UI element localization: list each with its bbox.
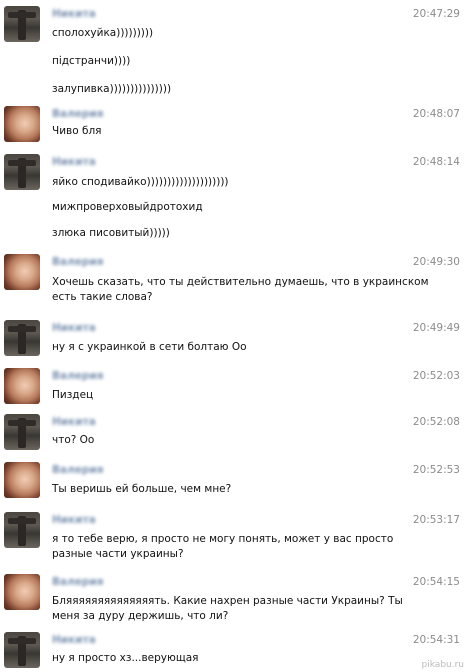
sender-name[interactable]: Валерия — [52, 108, 104, 120]
message-text: что? Оо — [52, 434, 95, 446]
message-time: 20:52:53 — [412, 464, 460, 476]
avatar[interactable] — [4, 574, 40, 610]
message-text: Хочешь сказать, что ты действительно дум… — [52, 276, 429, 288]
message-text: мижпроверховыйдротохид — [52, 201, 203, 213]
message-text: злюка писовитый))))) — [52, 227, 170, 239]
message-text: Ты веришь ей больше, чем мне? — [52, 483, 232, 495]
message-text: залупивка))))))))))))))) — [52, 83, 172, 95]
sender-name[interactable]: Никита — [52, 8, 96, 20]
message-text: Бляяяяяяяяяяяяяять. Какие нахрен разные … — [52, 595, 403, 607]
message-text: сполохуйка))))))))) — [52, 27, 154, 39]
message-text: разные части украины? — [52, 548, 184, 560]
message-text: меня за дуру держишь, что ли? — [52, 610, 229, 622]
sender-name[interactable]: Валерия — [52, 256, 104, 268]
message-text: Пиздец — [52, 389, 94, 401]
sender-name[interactable]: Никита — [52, 322, 96, 334]
avatar[interactable] — [4, 254, 40, 290]
avatar[interactable] — [4, 106, 40, 142]
message-time: 20:47:29 — [412, 8, 460, 20]
message-time: 20:48:14 — [412, 156, 460, 168]
avatar[interactable] — [4, 632, 40, 668]
message-text: яйко сподивайко)))))))))))))))))))) — [52, 176, 229, 188]
sender-name[interactable]: Никита — [52, 416, 96, 428]
message-time: 20:52:08 — [412, 416, 460, 428]
avatar[interactable] — [4, 154, 40, 190]
message-text: ну я просто хз...верующая — [52, 652, 199, 664]
message-time: 20:54:15 — [412, 576, 460, 588]
sender-name[interactable]: Валерия — [52, 370, 104, 382]
avatar[interactable] — [4, 368, 40, 404]
message-time: 20:49:30 — [412, 256, 460, 268]
sender-name[interactable]: Никита — [52, 634, 96, 646]
chat-history: Никита 20:47:29 сполохуйка))))))))) підс… — [0, 0, 472, 672]
sender-name[interactable]: Валерия — [52, 576, 104, 588]
avatar[interactable] — [4, 462, 40, 498]
avatar[interactable] — [4, 320, 40, 356]
message-time: 20:52:03 — [412, 370, 460, 382]
message-text: есть такие слова? — [52, 291, 153, 303]
sender-name[interactable]: Никита — [52, 514, 96, 526]
message-time: 20:49:49 — [412, 322, 460, 334]
message-text: Чиво бля — [52, 125, 102, 137]
avatar[interactable] — [4, 414, 40, 450]
watermark: pikabu.ru — [421, 660, 464, 670]
message-text: я то тебе верю, я просто не могу понять,… — [52, 533, 394, 545]
message-text: ну я с украинкой в сети болтаю Оо — [52, 341, 247, 353]
avatar[interactable] — [4, 6, 40, 42]
message-text: підстранчи)))) — [52, 55, 131, 67]
sender-name[interactable]: Никита — [52, 156, 96, 168]
message-time: 20:54:31 — [412, 634, 460, 646]
message-time: 20:48:07 — [412, 108, 460, 120]
message-time: 20:53:17 — [412, 514, 460, 526]
sender-name[interactable]: Валерия — [52, 464, 104, 476]
avatar[interactable] — [4, 512, 40, 548]
